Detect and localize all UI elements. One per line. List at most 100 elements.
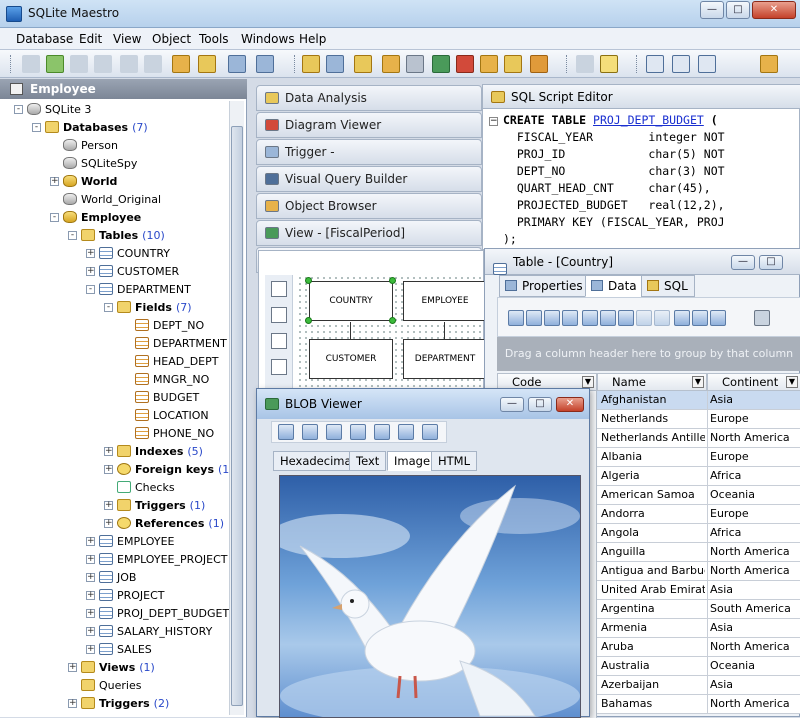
- tab-properties[interactable]: Properties: [499, 275, 590, 297]
- plugin-icon[interactable]: [760, 55, 778, 73]
- cell-continent[interactable]: Asia: [707, 581, 800, 599]
- tree-expander[interactable]: +: [86, 626, 95, 636]
- tree-expander[interactable]: +: [104, 464, 113, 474]
- tree-item[interactable]: Person: [50, 137, 118, 155]
- next-record-icon[interactable]: [544, 310, 560, 326]
- tree-item[interactable]: DEPARTMENT: [122, 335, 227, 353]
- prev-record-icon[interactable]: [526, 310, 542, 326]
- tab-data[interactable]: Data: [585, 275, 644, 297]
- table-icon[interactable]: [228, 55, 246, 73]
- tree-item[interactable]: DEPT_NO: [122, 317, 204, 335]
- dock-tab[interactable]: Trigger - [CUSTOMER.CustomerToEn: [256, 139, 482, 183]
- entity-country[interactable]: COUNTRY: [309, 281, 393, 321]
- last-record-icon[interactable]: [562, 310, 578, 326]
- drop-object-icon[interactable]: [94, 55, 112, 73]
- tree-item[interactable]: - SQLite 3: [14, 101, 91, 119]
- tab-image[interactable]: Image: [387, 451, 438, 471]
- delete-record-icon[interactable]: [600, 310, 616, 326]
- link-tool-icon[interactable]: [271, 307, 287, 323]
- tree-item[interactable]: BUDGET: [122, 389, 199, 407]
- cell-continent[interactable]: North America: [707, 429, 800, 447]
- tree-item[interactable]: - Employee: [50, 209, 141, 227]
- menu-edit[interactable]: Edit: [79, 32, 102, 46]
- chevron-down-icon[interactable]: ▼: [582, 376, 594, 388]
- tree-item[interactable]: - Tables (10): [68, 227, 165, 245]
- tree-item[interactable]: + PROJECT: [86, 587, 165, 605]
- tile-icon[interactable]: [698, 55, 716, 73]
- tree-expander[interactable]: +: [50, 176, 59, 186]
- maximize-button[interactable]: □: [726, 1, 750, 19]
- cell-continent[interactable]: Europe: [707, 448, 800, 466]
- table-row[interactable]: Algeria Africa: [597, 467, 800, 486]
- cell-name[interactable]: Aruba: [601, 638, 705, 656]
- tree-expander[interactable]: +: [68, 662, 77, 672]
- next-blob-icon[interactable]: [326, 424, 342, 440]
- table-minimize-button[interactable]: —: [731, 255, 755, 270]
- filter-icon[interactable]: [576, 55, 594, 73]
- tab-sql[interactable]: SQL: [641, 275, 695, 297]
- tree-expander[interactable]: +: [104, 500, 113, 510]
- menu-windows[interactable]: Windows: [241, 32, 295, 46]
- hand-icon[interactable]: [530, 55, 548, 73]
- cell-continent[interactable]: South America: [707, 600, 800, 618]
- blob-minimize-button[interactable]: —: [500, 397, 524, 412]
- cell-continent[interactable]: Asia: [707, 391, 800, 409]
- table-row[interactable]: Australia Oceania: [597, 657, 800, 676]
- table-row[interactable]: Anguilla North America: [597, 543, 800, 562]
- cell-name[interactable]: Algeria: [601, 467, 705, 485]
- tree-expander[interactable]: +: [86, 536, 95, 546]
- chevron-down-icon[interactable]: ▼: [692, 376, 704, 388]
- refresh-icon[interactable]: [22, 55, 40, 73]
- blob-viewer-header[interactable]: BLOB Viewer — □ ✕: [257, 389, 589, 419]
- table-name-link[interactable]: PROJ_DEPT_BUDGET: [593, 113, 704, 127]
- tree-item[interactable]: + Triggers (1): [104, 497, 205, 515]
- dock-tab[interactable]: View - [FiscalPeriod]: [256, 220, 482, 246]
- cell-name[interactable]: Australia: [601, 657, 705, 675]
- cell-continent[interactable]: Africa: [707, 467, 800, 485]
- prev-blob-icon[interactable]: [302, 424, 318, 440]
- connect-icon[interactable]: [172, 55, 190, 73]
- create-object-icon[interactable]: [46, 55, 64, 73]
- menu-database[interactable]: Database: [16, 32, 73, 46]
- dock-tab[interactable]: Object Browser: [256, 193, 482, 219]
- cell-name[interactable]: Netherlands Antilles: [601, 429, 705, 447]
- tree-expander[interactable]: +: [86, 590, 95, 600]
- tree-item[interactable]: - Databases (7): [32, 119, 148, 137]
- script-icon[interactable]: [354, 55, 372, 73]
- table-maximize-button[interactable]: □: [759, 255, 783, 270]
- edit-object-icon[interactable]: [70, 55, 88, 73]
- dock-tab[interactable]: Diagram Viewer: [256, 112, 482, 138]
- menu-view[interactable]: View: [113, 32, 141, 46]
- load-blob-icon[interactable]: [422, 424, 438, 440]
- tree-scroll-thumb[interactable]: [231, 126, 243, 706]
- tree-item[interactable]: SQLiteSpy: [50, 155, 137, 173]
- tree-item[interactable]: + SALARY_HISTORY: [86, 623, 212, 641]
- image-icon[interactable]: [432, 55, 450, 73]
- tree-expander[interactable]: -: [50, 212, 59, 222]
- view-icon[interactable]: [256, 55, 274, 73]
- post-edit-icon[interactable]: [636, 310, 652, 326]
- tree-item[interactable]: - DEPARTMENT: [86, 281, 191, 299]
- table-row[interactable]: Afghanistan Asia: [597, 391, 800, 410]
- selection-handle[interactable]: [305, 277, 312, 284]
- tree-scrollbar[interactable]: [229, 101, 244, 715]
- table-row[interactable]: Angola Africa: [597, 524, 800, 543]
- new-window-icon[interactable]: [646, 55, 664, 73]
- cell-continent[interactable]: Europe: [707, 505, 800, 523]
- cell-continent[interactable]: Asia: [707, 619, 800, 637]
- first-blob-icon[interactable]: [278, 424, 294, 440]
- tree-item[interactable]: - Fields (7): [104, 299, 192, 317]
- tree-item[interactable]: + Indexes (5): [104, 443, 203, 461]
- select-tool-icon[interactable]: [271, 281, 287, 297]
- tree-expander[interactable]: +: [86, 644, 95, 654]
- code-fold-toggle[interactable]: −: [489, 117, 498, 126]
- tree-item[interactable]: + World: [50, 173, 117, 191]
- close-button[interactable]: ✕: [752, 1, 796, 19]
- scroll-left-icon[interactable]: [754, 310, 770, 326]
- tree-item[interactable]: + SALES: [86, 641, 152, 659]
- menu-tools[interactable]: Tools: [199, 32, 229, 46]
- cell-continent[interactable]: Africa: [707, 524, 800, 542]
- table-row[interactable]: Netherlands Europe: [597, 410, 800, 429]
- tree-expander[interactable]: +: [104, 446, 113, 456]
- cell-continent[interactable]: North America: [707, 638, 800, 656]
